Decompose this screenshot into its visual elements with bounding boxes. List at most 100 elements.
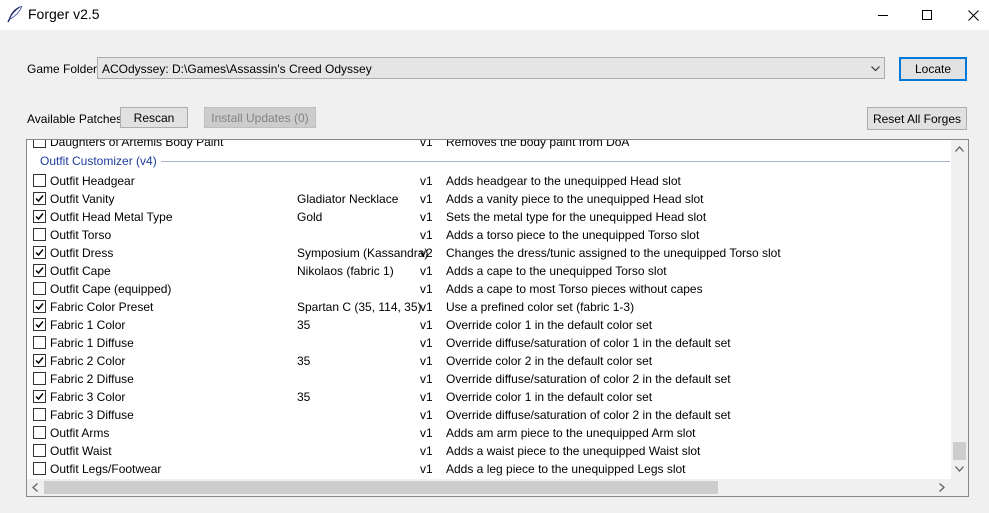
patch-version: v1 (420, 462, 433, 476)
patch-name: Outfit Headgear (50, 174, 135, 188)
patch-value: 35 (297, 354, 311, 368)
rescan-button[interactable]: Rescan (120, 107, 188, 128)
list-item[interactable]: Outfit Cape Nikolaos (fabric 1) v1 Adds a c… (27, 262, 951, 280)
checkbox[interactable] (33, 462, 46, 475)
list-item[interactable]: Fabric Color Preset Spartan C (35, 114, 3… (27, 298, 951, 316)
patch-value: Spartan C (35, 114, 35) (297, 300, 422, 314)
patch-version: v1 (420, 300, 433, 314)
patch-name: Outfit Cape (equipped) (50, 282, 172, 296)
horizontal-scrollbar[interactable] (27, 479, 951, 496)
checkmark-icon (35, 267, 44, 275)
reset-all-forges-button[interactable]: Reset All Forges (867, 107, 967, 130)
checkmark-icon (35, 321, 44, 329)
list-item[interactable]: Fabric 3 Diffuse v1 Override diffuse/satur… (27, 406, 951, 424)
checkmark-icon (35, 357, 44, 365)
checkbox[interactable] (33, 210, 46, 223)
checkbox[interactable] (33, 246, 46, 259)
patch-version: v1 (420, 336, 433, 350)
group-divider (40, 161, 950, 162)
maximize-icon (922, 10, 932, 20)
patch-list[interactable]: Daughters of Artemis Body Paint v1 Remov… (26, 139, 969, 497)
maximize-button[interactable] (904, 0, 950, 30)
patch-list-rows: Daughters of Artemis Body Paint v1 Remov… (27, 140, 951, 479)
patch-description: Override color 1 in the default color se… (446, 390, 653, 404)
game-folder-select[interactable]: ACOdyssey: D:\Games\Assassin's Creed Ody… (97, 57, 885, 79)
checkbox[interactable] (33, 354, 46, 367)
patch-value: 35 (297, 318, 311, 332)
checkbox[interactable] (33, 372, 46, 385)
patch-version: v1 (420, 282, 433, 296)
available-patches-label: Available Patches (27, 112, 123, 126)
checkbox[interactable] (33, 140, 46, 148)
title-bar[interactable]: Forger v2.5 (0, 0, 989, 30)
patch-name: Outfit Arms (50, 426, 110, 440)
checkbox[interactable] (33, 426, 46, 439)
checkbox[interactable] (33, 300, 46, 313)
quill-feather-icon (7, 5, 23, 23)
patch-version: v1 (420, 444, 433, 458)
patch-version: v1 (420, 426, 433, 440)
list-item[interactable]: Outfit Cape (equipped) v1 Adds a cape to m… (27, 280, 951, 298)
patch-version: v1 (420, 210, 433, 224)
patch-name: Outfit Waist (50, 444, 112, 458)
checkmark-icon (35, 393, 44, 401)
game-folder-value: ACOdyssey: D:\Games\Assassin's Creed Ody… (102, 62, 372, 76)
patch-description: Adds a cape to most Torso pieces without… (446, 282, 703, 296)
checkbox[interactable] (33, 264, 46, 277)
patch-version: v1 (420, 372, 433, 386)
vertical-scrollbar[interactable] (951, 140, 968, 479)
patch-description: Removes the body paint from DoA (446, 140, 630, 149)
patch-description: Override diffuse/saturation of color 2 i… (446, 372, 731, 386)
scroll-right-icon[interactable] (939, 483, 945, 492)
checkbox[interactable] (33, 444, 46, 457)
checkbox[interactable] (33, 282, 46, 295)
scroll-down-icon[interactable] (955, 466, 964, 472)
list-item[interactable]: Outfit Arms v1 Adds am arm piece to the un… (27, 424, 951, 442)
minimize-button[interactable] (860, 0, 906, 30)
patch-name: Outfit Cape (50, 264, 111, 278)
patch-description: Adds a leg piece to the unequipped Legs … (446, 462, 686, 476)
list-item[interactable]: Outfit Headgear v1 Adds headgear to the un… (27, 172, 951, 190)
list-item[interactable]: Fabric 1 Color 35 v1 Override color 1 in th… (27, 316, 951, 334)
checkbox[interactable] (33, 408, 46, 421)
list-item-partial[interactable]: Daughters of Artemis Body Paint v1 Remov… (27, 140, 951, 151)
patch-version: v1 (420, 390, 433, 404)
checkbox[interactable] (33, 318, 46, 331)
list-item[interactable]: Outfit Vanity Gladiator Necklace v1 Adds a … (27, 190, 951, 208)
list-item[interactable]: Outfit Torso v1 Adds a torso piece to the … (27, 226, 951, 244)
checkmark-icon (35, 303, 44, 311)
scroll-up-icon[interactable] (955, 146, 964, 152)
patch-description: Override diffuse/saturation of color 2 i… (446, 408, 731, 422)
patch-name: Fabric 3 Color (50, 390, 126, 404)
list-item[interactable]: Outfit Legs/Footwear v1 Adds a leg piece t… (27, 460, 951, 478)
checkbox[interactable] (33, 192, 46, 205)
list-item[interactable]: Fabric 3 Color 35 v1 Override color 1 in th… (27, 388, 951, 406)
list-item[interactable]: Fabric 1 Diffuse v1 Override diffuse/satur… (27, 334, 951, 352)
checkbox[interactable] (33, 174, 46, 187)
vertical-scroll-thumb[interactable] (953, 442, 966, 460)
patch-name: Outfit Dress (50, 246, 114, 260)
list-item[interactable]: Fabric 2 Color 35 v1 Override color 2 in th… (27, 352, 951, 370)
list-item[interactable]: Outfit Waist v1 Adds a waist piece to the … (27, 442, 951, 460)
patch-name: Fabric 1 Color (50, 318, 126, 332)
list-item[interactable]: Fabric 2 Diffuse v1 Override diffuse/satur… (27, 370, 951, 388)
patch-version: v1 (420, 228, 433, 242)
locate-button[interactable]: Locate (899, 57, 967, 81)
checkbox[interactable] (33, 336, 46, 349)
patch-name: Fabric 2 Color (50, 354, 126, 368)
group-title: Outfit Customizer (v4) (40, 154, 161, 168)
scroll-left-icon[interactable] (32, 483, 38, 492)
checkbox[interactable] (33, 390, 46, 403)
install-updates-button[interactable]: Install Updates (0) (204, 107, 316, 128)
patch-value: 35 (297, 390, 311, 404)
list-item[interactable]: Outfit Head Metal Type Gold v1 Sets the met… (27, 208, 951, 226)
close-button[interactable] (950, 0, 989, 30)
horizontal-scroll-thumb[interactable] (44, 481, 718, 494)
patch-description: Changes the dress/tunic assigned to the … (446, 246, 781, 260)
list-item[interactable]: Outfit Dress Symposium (Kassandra) v2 Chang… (27, 244, 951, 262)
patch-value: Symposium (Kassandra) (297, 246, 429, 260)
patch-version: v1 (420, 192, 433, 206)
patch-name: Fabric Color Preset (50, 300, 154, 314)
checkbox[interactable] (33, 228, 46, 241)
window-title: Forger v2.5 (28, 6, 100, 22)
